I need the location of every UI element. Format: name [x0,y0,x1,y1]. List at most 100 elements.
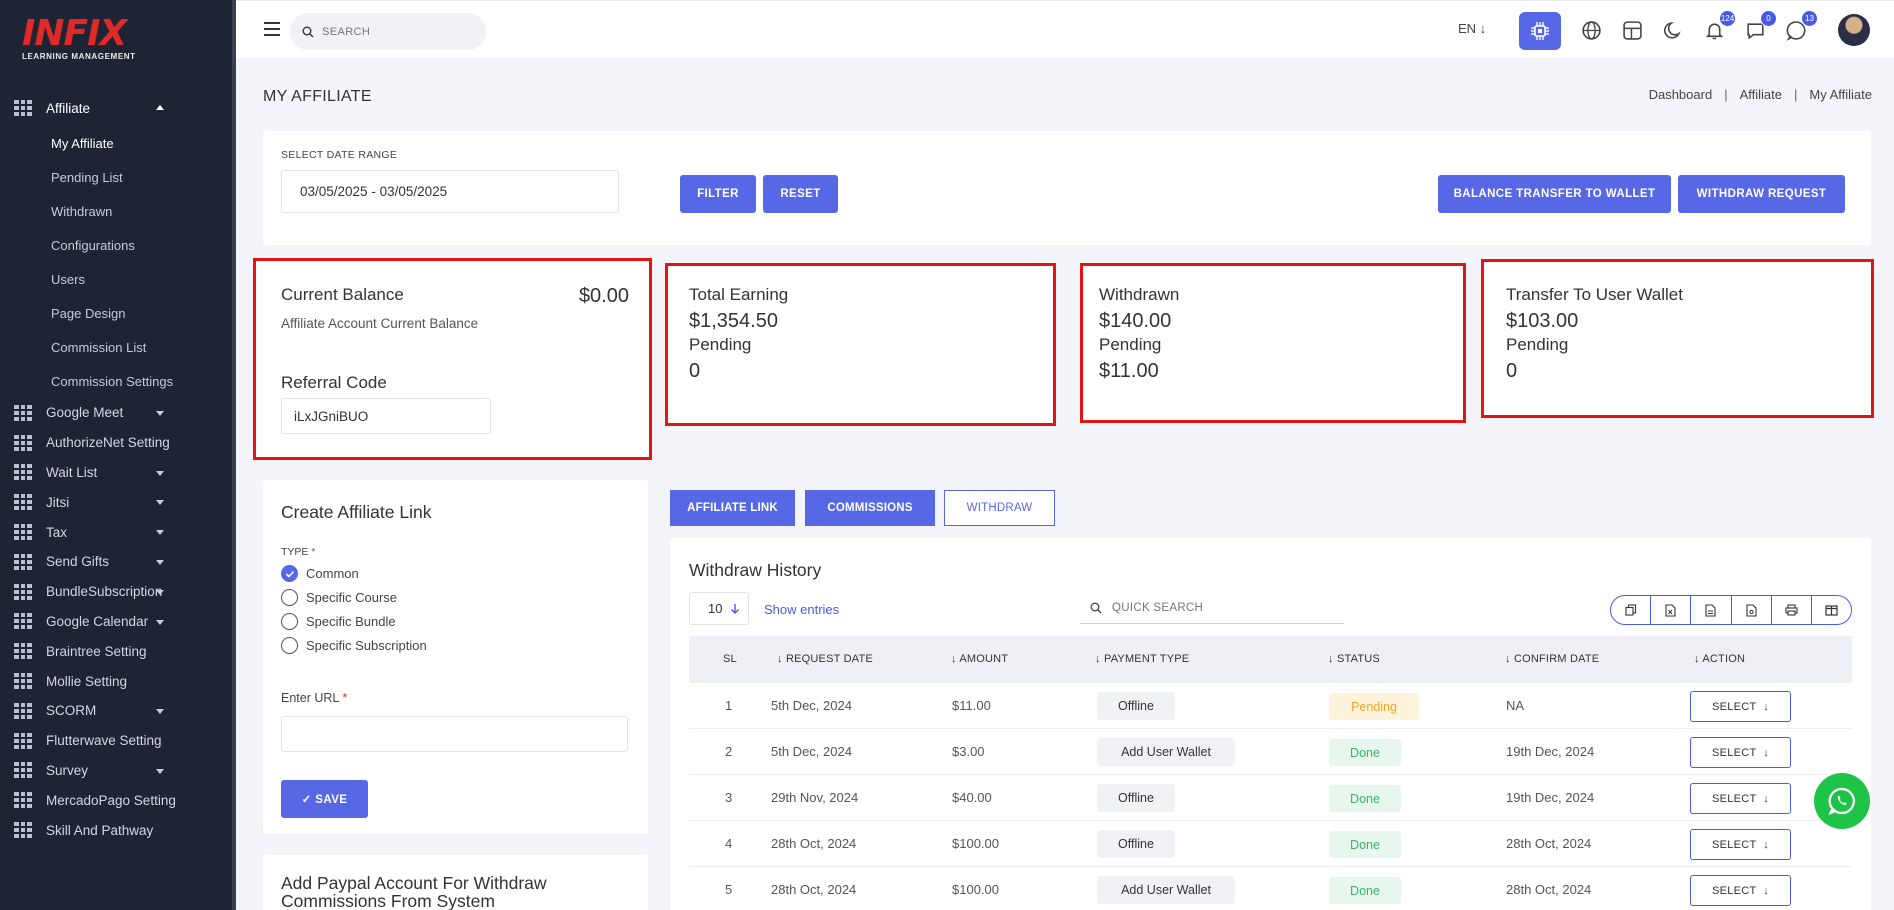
col-confirm-date[interactable]: ↓ CONFIRM DATE [1505,653,1599,665]
entries-select[interactable]: 10 [689,592,749,625]
sidebar-subitem-my-affiliate[interactable]: My Affiliate [0,126,232,160]
col-request-date[interactable]: ↓ REQUEST DATE [777,653,873,665]
tab-affiliate-link[interactable]: AFFILIATE LINK [670,490,795,526]
grid-icon [14,732,32,749]
cell-sl: 2 [725,744,733,759]
col-action[interactable]: ↓ ACTION [1694,653,1745,665]
sidebar-subitem-withdrawn[interactable]: Withdrawn [0,194,232,228]
action-select-button[interactable]: SELECT ↓ [1690,875,1791,906]
withdrawn-pending-label: Pending [1099,335,1162,354]
avatar[interactable] [1838,14,1870,46]
url-input[interactable] [281,716,628,752]
caret-up-icon [156,105,164,110]
whatsapp-icon [1828,787,1855,816]
whatsapp-float-button[interactable] [1814,773,1870,829]
pdf-icon[interactable] [1732,596,1772,624]
reset-button[interactable]: RESET [763,175,838,213]
sidebar-item-mollie-setting[interactable]: Mollie Setting [0,666,232,696]
message-icon[interactable]: 0 [1743,10,1777,42]
sidebar-item-skill-and-pathway[interactable]: Skill And Pathway [0,815,232,845]
filter-button[interactable]: FILTER [680,175,756,213]
action-select-button[interactable]: SELECT ↓ [1690,737,1791,768]
breadcrumb-affiliate[interactable]: Affiliate [1740,87,1782,102]
csv-icon[interactable] [1691,596,1732,624]
tab-withdraw[interactable]: WITHDRAW [944,490,1055,526]
notification-bell-icon[interactable]: 124 [1702,10,1736,42]
search-input[interactable] [322,25,472,38]
sidebar-item-survey[interactable]: Survey [0,756,232,786]
cell-request-date: 29th Nov, 2024 [771,790,859,805]
action-select-button[interactable]: SELECT ↓ [1690,691,1791,722]
logo[interactable]: INFIX LEARNING MANAGEMENT [22,16,136,62]
sidebar-item-braintree-setting[interactable]: Braintree Setting [0,636,232,666]
withdrawn-card: Withdrawn $140.00 Pending $11.00 [1080,263,1466,423]
search-box[interactable] [290,13,486,50]
radio-specific-course[interactable]: Specific Course [281,589,397,606]
cell-sl: 5 [725,882,733,897]
col-amount[interactable]: ↓ AMOUNT [951,653,1008,665]
action-select-button[interactable]: SELECT ↓ [1690,829,1791,860]
print-icon[interactable] [1772,596,1812,624]
sidebar-subitem-commission-list[interactable]: Commission List [0,330,232,364]
col-status[interactable]: ↓ STATUS [1328,653,1380,665]
transfer-wallet-pending-label: Pending [1506,335,1569,354]
chat-whatsapp-icon[interactable]: 13 [1784,10,1818,42]
message-badge: 0 [1760,10,1777,27]
sidebar-scrollbar[interactable] [232,0,236,910]
sidebar-item-scorm[interactable]: SCORM [0,696,232,726]
hamburger-menu-icon[interactable] [264,22,280,40]
layout-icon[interactable] [1620,18,1644,42]
save-button[interactable]: ✓ SAVE [281,780,368,818]
language-selector[interactable]: EN ↓ [1458,21,1486,36]
sidebar-item-jitsi[interactable]: Jitsi [0,487,232,517]
sidebar-item-flutterwave-setting[interactable]: Flutterwave Setting [0,726,232,756]
excel-icon[interactable] [1651,596,1692,624]
sidebar-item-wait-list[interactable]: Wait List [0,458,232,488]
columns-icon[interactable] [1812,596,1851,624]
radio-specific-subscription[interactable]: Specific Subscription [281,637,427,654]
tab-commissions[interactable]: COMMISSIONS [805,490,935,526]
caret-down-icon [156,470,164,476]
breadcrumb-dashboard[interactable]: Dashboard [1649,87,1713,102]
globe-icon[interactable] [1579,18,1603,42]
withdrawn-pending-value: $11.00 [1099,360,1159,382]
sidebar-item-google-meet[interactable]: Google Meet [0,398,232,428]
sidebar-subitem-pending-list[interactable]: Pending List [0,160,232,194]
sidebar-subitem-commission-settings[interactable]: Commission Settings [0,364,232,398]
total-earning-card: Total Earning $1,354.50 Pending 0 [665,263,1056,426]
sidebar-item-mercadopago-setting[interactable]: MercadoPago Setting [0,785,232,815]
radio-common[interactable]: Common [281,565,359,582]
balance-transfer-button[interactable]: BALANCE TRANSFER TO WALLET [1438,175,1671,213]
arrow-down-icon: ↓ [1763,792,1770,805]
sidebar-item-send-gifts[interactable]: Send Gifts [0,547,232,577]
cell-confirm-date: 28th Oct, 2024 [1506,882,1592,897]
action-select-button[interactable]: SELECT ↓ [1690,783,1791,814]
col-payment-type[interactable]: ↓ PAYMENT TYPE [1095,653,1189,665]
radio-label: Common [306,566,359,581]
sidebar-subitem-configurations[interactable]: Configurations [0,228,232,262]
payment-type-chip: Add User Wallet [1097,876,1235,904]
sidebar-item-affiliate[interactable]: Affiliate [0,90,232,126]
sidebar-item-bundlesubscription[interactable]: BundleSubscription [0,577,232,607]
withdrawn-title: Withdrawn [1099,285,1180,304]
copy-icon[interactable] [1611,596,1652,624]
sidebar-subitem-page-design[interactable]: Page Design [0,296,232,330]
date-range-input[interactable] [281,170,619,213]
sidebar-item-label: Flutterwave Setting [46,733,162,749]
status-badge: Done [1329,877,1401,904]
referral-code-field[interactable] [281,398,491,434]
sidebar-item-label: MercadoPago Setting [46,792,176,808]
dark-mode-moon-icon[interactable] [1661,18,1685,42]
withdraw-request-button[interactable]: WITHDRAW REQUEST [1678,175,1845,213]
quick-search-input[interactable] [1112,601,1332,614]
breadcrumb-current: My Affiliate [1809,87,1872,102]
table-header: SL ↓ REQUEST DATE ↓ AMOUNT ↓ PAYMENT TYP… [689,636,1852,683]
radio-specific-bundle[interactable]: Specific Bundle [281,613,396,630]
sidebar-item-label: Survey [46,762,89,778]
quick-search-box[interactable] [1080,592,1344,624]
sidebar-item-google-calendar[interactable]: Google Calendar [0,607,232,637]
sidebar-item-authorizenet-setting[interactable]: AuthorizeNet Setting [0,428,232,458]
sidebar-subitem-users[interactable]: Users [0,262,232,296]
sidebar-item-tax[interactable]: Tax [0,517,232,547]
settings-chip-icon[interactable] [1519,12,1561,50]
